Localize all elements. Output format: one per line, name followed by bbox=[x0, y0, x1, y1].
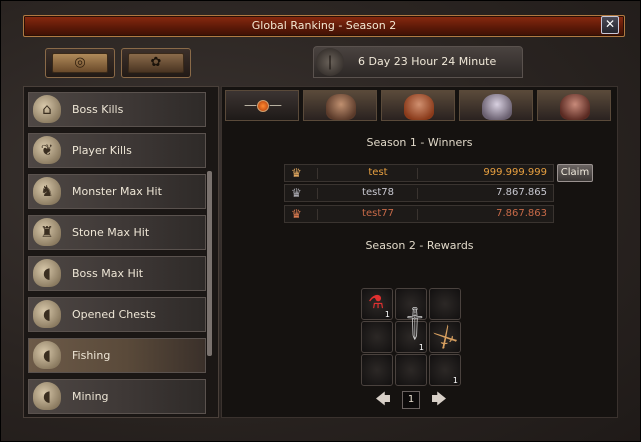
winner-name: test78 bbox=[362, 187, 394, 198]
reward-slot-sword[interactable]: ⚔ 1 bbox=[428, 319, 464, 386]
winner-name: test77 bbox=[362, 208, 394, 219]
sidebar-item-label: Monster Max Hit bbox=[72, 185, 162, 198]
winner-row: ♛ test77 7.867.863 bbox=[284, 205, 554, 223]
sidebar-item-label: Boss Kills bbox=[72, 103, 124, 116]
tab-global[interactable]: ◎ bbox=[45, 48, 115, 78]
shaman-portrait-icon bbox=[560, 94, 590, 120]
sura-portrait-icon bbox=[482, 94, 512, 120]
winner-score: 7.867.865 bbox=[496, 187, 547, 198]
season-medal-icon: ❘ bbox=[316, 48, 344, 76]
sidebar-item-label: Fishing bbox=[72, 349, 111, 362]
sidebar-item-label: Opened Chests bbox=[72, 308, 156, 321]
silver-crown-icon: ♛ bbox=[291, 186, 302, 200]
globe-icon: ◎ bbox=[52, 53, 108, 73]
sidebar-item-boss-max-hit[interactable]: ◖ Boss Max Hit bbox=[27, 255, 207, 292]
tab-guild[interactable]: ✿ bbox=[121, 48, 191, 78]
reward-grid: ⚗ 1 🗡 1 ⚔ 1 bbox=[361, 288, 464, 386]
tab-warrior[interactable] bbox=[303, 90, 377, 121]
gold-crown-icon: ♛ bbox=[291, 166, 302, 180]
winner-name: test bbox=[368, 167, 388, 178]
gate-icon: ⌂ bbox=[33, 95, 61, 123]
egg-icon: ◖ bbox=[33, 300, 61, 328]
monster-icon: ♞ bbox=[33, 177, 61, 205]
winner-score: 7.867.863 bbox=[496, 208, 547, 219]
timer-text: 6 Day 23 Hour 24 Minute bbox=[358, 55, 497, 68]
bronze-crown-icon: ♛ bbox=[291, 207, 302, 221]
sidebar-item-player-kills[interactable]: ❦ Player Kills bbox=[27, 132, 207, 169]
orb-icon: — — bbox=[244, 98, 282, 113]
egg-icon: ◖ bbox=[33, 382, 61, 410]
reward-pager: 🡄 1 🡆 bbox=[372, 391, 452, 409]
warrior-portrait-icon bbox=[326, 94, 356, 120]
ranking-window: Global Ranking - Season 2 ✕ ◎ ✿ ❘ 6 Day … bbox=[0, 0, 641, 442]
sidebar-item-label: Boss Max Hit bbox=[72, 267, 144, 280]
egg-icon: ◖ bbox=[33, 259, 61, 287]
paw-icon: ✿ bbox=[128, 53, 184, 73]
prev-page-button[interactable]: 🡄 bbox=[372, 391, 394, 407]
sidebar-item-monster-max-hit[interactable]: ♞ Monster Max Hit bbox=[27, 173, 207, 210]
sidebar-item-stone-max-hit[interactable]: ♜ Stone Max Hit bbox=[27, 214, 207, 251]
season-timer: ❘ 6 Day 23 Hour 24 Minute bbox=[313, 46, 523, 78]
rewards-title: Season 2 - Rewards bbox=[365, 239, 474, 252]
tab-sura[interactable] bbox=[459, 90, 533, 121]
winner-score: 999.999.999 bbox=[483, 167, 547, 178]
tab-assassin[interactable] bbox=[381, 90, 455, 121]
winner-row: ♛ test78 7.867.865 bbox=[284, 184, 554, 202]
sidebar-item-fishing[interactable]: ◖ Fishing bbox=[27, 337, 207, 374]
close-button[interactable]: ✕ bbox=[601, 16, 619, 34]
assassin-portrait-icon bbox=[404, 94, 434, 120]
winner-row: ♛ test 999.999.999 bbox=[284, 164, 554, 182]
reward-slot-dagger[interactable]: 🗡 1 bbox=[394, 302, 436, 353]
egg-icon: ◖ bbox=[33, 341, 61, 369]
red-potion-icon: ⚗ bbox=[368, 292, 385, 313]
reward-slot-empty[interactable] bbox=[361, 354, 393, 386]
category-sidebar: ⌂ Boss Kills ❦ Player Kills ♞ Monster Ma… bbox=[23, 86, 219, 418]
item-quantity: 1 bbox=[418, 343, 424, 352]
winners-title: Season 1 - Winners bbox=[366, 136, 473, 149]
sidebar-item-label: Player Kills bbox=[72, 144, 132, 157]
item-quantity: 1 bbox=[452, 376, 458, 385]
sidebar-item-label: Stone Max Hit bbox=[72, 226, 150, 239]
title-bar[interactable]: Global Ranking - Season 2 bbox=[23, 15, 625, 37]
tab-overall[interactable]: — — bbox=[225, 90, 299, 121]
reward-slot-empty[interactable] bbox=[361, 321, 393, 353]
next-page-button[interactable]: 🡆 bbox=[428, 391, 450, 407]
claim-button[interactable]: Claim bbox=[557, 164, 593, 182]
sidebar-item-opened-chests[interactable]: ◖ Opened Chests bbox=[27, 296, 207, 333]
character-tabs: — — bbox=[225, 90, 613, 122]
fish-emblem-icon: ❦ bbox=[33, 136, 61, 164]
window-title: Global Ranking - Season 2 bbox=[251, 19, 397, 32]
sidebar-item-label: Mining bbox=[72, 390, 109, 403]
reward-slot-empty[interactable] bbox=[395, 354, 427, 386]
page-number: 1 bbox=[402, 391, 420, 409]
sidebar-scrollbar[interactable] bbox=[207, 171, 212, 356]
sidebar-item-boss-kills[interactable]: ⌂ Boss Kills bbox=[27, 91, 207, 128]
tab-shaman[interactable] bbox=[537, 90, 611, 121]
stone-icon: ♜ bbox=[33, 218, 61, 246]
sidebar-item-mining[interactable]: ◖ Mining bbox=[27, 378, 207, 415]
ranking-content: — — Season 1 - Winners ♛ test 999.999.999 bbox=[221, 86, 618, 418]
